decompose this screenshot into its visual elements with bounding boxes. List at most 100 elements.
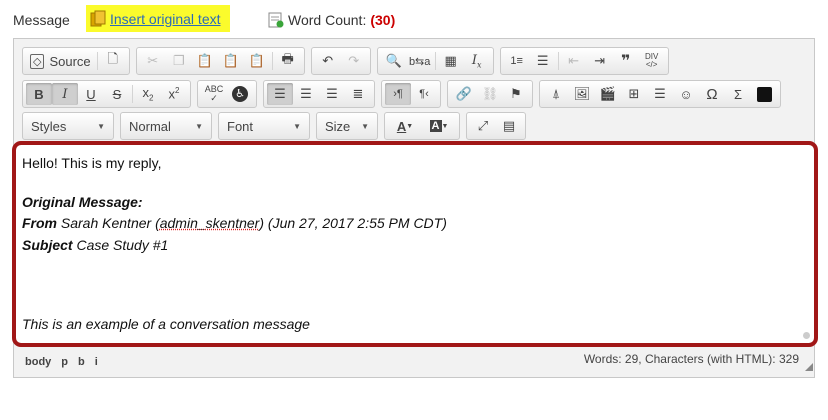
from-username: admin_skentner bbox=[159, 215, 260, 231]
path-b[interactable]: b bbox=[78, 356, 85, 368]
editor-content-area[interactable]: Hello! This is my reply, Original Messag… bbox=[12, 141, 818, 347]
subscript-button[interactable]: x2 bbox=[135, 83, 161, 105]
video-button[interactable]: 🎬 bbox=[595, 83, 621, 105]
word-count-icon bbox=[268, 12, 284, 28]
size-label: Size bbox=[325, 118, 351, 134]
accessibility-button[interactable]: ♿ bbox=[227, 83, 253, 105]
table-button[interactable]: ⊞ bbox=[621, 83, 647, 105]
font-label: Font bbox=[227, 118, 254, 134]
styles-dropdown[interactable]: Styles ▼ bbox=[22, 112, 114, 140]
insert-group: ⍋ 🖼 🎬 ⊞ ☰ ☺ Ω Σ bbox=[539, 80, 781, 108]
editor-status-bar: body p b i Words: 29, Characters (with H… bbox=[13, 349, 815, 375]
resize-grip-icon[interactable] bbox=[805, 363, 813, 371]
pin-icon: ⍋ bbox=[552, 86, 560, 101]
justify-icon: ≣ bbox=[352, 86, 364, 101]
path-body[interactable]: body bbox=[25, 356, 51, 368]
quote-icon: ❞ bbox=[620, 53, 631, 70]
copy-button[interactable]: ❐ bbox=[166, 50, 192, 72]
select-all-button[interactable]: ▦ bbox=[438, 50, 464, 72]
smiley-button[interactable]: ☺ bbox=[673, 83, 699, 105]
separator bbox=[271, 52, 273, 70]
omega-icon: Ω bbox=[706, 85, 718, 103]
bulleted-list-button[interactable]: ☰ bbox=[530, 50, 556, 72]
align-left-button[interactable]: ☰ bbox=[267, 83, 293, 105]
blockquote-button[interactable]: ❞ bbox=[613, 50, 639, 72]
align-right-button[interactable]: ☰ bbox=[319, 83, 345, 105]
align-center-button[interactable]: ☰ bbox=[293, 83, 319, 105]
new-page-button[interactable]: 🗋 bbox=[100, 50, 126, 72]
toolbar-row-3: Styles ▼ Normal ▼ Font ▼ Size ▼ A ▼ A ▼ ⤢ … bbox=[22, 112, 526, 140]
search-icon: 🔍 bbox=[385, 53, 402, 68]
link-group: 🔗 ⛓ ⚑ bbox=[447, 80, 533, 108]
replace-button[interactable]: b⇆a bbox=[407, 50, 433, 72]
indent-button[interactable]: ⇥ bbox=[587, 50, 613, 72]
horizontal-line-button[interactable]: ☰ bbox=[647, 83, 673, 105]
background-color-button[interactable]: A ▼ bbox=[422, 115, 456, 137]
superscript-button[interactable]: x2 bbox=[161, 83, 187, 105]
subject-line: Subject Case Study #1 bbox=[22, 235, 808, 257]
embed-button[interactable] bbox=[751, 83, 777, 105]
separator bbox=[96, 52, 98, 70]
special-char-button[interactable]: Ω bbox=[699, 83, 725, 105]
message-label: Message bbox=[13, 12, 70, 28]
source-button[interactable]: ◇ Source bbox=[26, 50, 95, 72]
size-dropdown[interactable]: Size ▼ bbox=[316, 112, 378, 140]
redo-button[interactable]: ↷ bbox=[341, 50, 367, 72]
undo-group: ↶ ↷ bbox=[310, 47, 371, 75]
spellcheck-icon: ABC ✓ bbox=[204, 84, 224, 103]
tools-group: ABC ✓ ♿ bbox=[197, 80, 257, 108]
chevron-down-icon: ▼ bbox=[293, 121, 301, 131]
ltr-button[interactable]: ›¶ bbox=[385, 83, 411, 105]
color-group: A ▼ A ▼ bbox=[384, 112, 460, 140]
print-button[interactable]: 🖶 bbox=[275, 50, 301, 72]
anchor-button[interactable]: ⚑ bbox=[503, 83, 529, 105]
math-button[interactable]: Σ bbox=[725, 83, 751, 105]
spellcheck-button[interactable]: ABC ✓ bbox=[201, 83, 227, 105]
text-color-button[interactable]: A ▼ bbox=[388, 115, 422, 137]
numbered-list-button[interactable]: 1≡ bbox=[504, 50, 530, 72]
separator bbox=[434, 52, 436, 70]
word-count: Word Count: (30) bbox=[268, 12, 395, 28]
strikethrough-button[interactable]: S bbox=[104, 83, 130, 105]
font-dropdown[interactable]: Font ▼ bbox=[218, 112, 310, 140]
undo-icon: ↶ bbox=[322, 53, 334, 68]
reply-line: Hello! This is my reply, bbox=[22, 155, 162, 171]
cut-button[interactable]: ✂ bbox=[140, 50, 166, 72]
undo-button[interactable]: ↶ bbox=[315, 50, 341, 72]
div-icon: DIV </> bbox=[645, 52, 659, 69]
justify-button[interactable]: ≣ bbox=[345, 83, 371, 105]
paste-word-button[interactable]: 📋 bbox=[244, 50, 270, 72]
subject-value: Case Study #1 bbox=[76, 236, 169, 253]
from-date: ) (Jun 27, 2017 2:55 PM CDT) bbox=[259, 215, 447, 231]
maximize-button[interactable]: ⤢ bbox=[470, 115, 496, 137]
div-container-button[interactable]: DIV </> bbox=[639, 50, 665, 72]
table-icon: ⊞ bbox=[628, 86, 640, 101]
from-label: From bbox=[22, 215, 57, 231]
image-button[interactable]: 🖼 bbox=[569, 83, 595, 105]
bold-button[interactable]: B bbox=[26, 83, 52, 105]
unlink-button[interactable]: ⛓ bbox=[477, 83, 503, 105]
find-button[interactable]: 🔍 bbox=[381, 50, 407, 72]
italic-button[interactable]: I bbox=[52, 83, 78, 105]
insert-tool-button[interactable]: ⍋ bbox=[543, 83, 569, 105]
rtl-button[interactable]: ¶‹ bbox=[411, 83, 437, 105]
path-i[interactable]: i bbox=[95, 356, 98, 368]
link-button[interactable]: 🔗 bbox=[451, 83, 477, 105]
paste-text-button[interactable]: 📋 bbox=[218, 50, 244, 72]
numbered-list-icon: 1≡ bbox=[510, 55, 523, 67]
remove-format-button[interactable]: Ix bbox=[464, 50, 490, 72]
clipboard-text-icon: 📋 bbox=[222, 53, 239, 68]
maximize-icon: ⤢ bbox=[477, 118, 489, 133]
image-icon: 🖼 bbox=[573, 86, 591, 101]
path-p[interactable]: p bbox=[61, 356, 68, 368]
page-icon: 🗋 bbox=[107, 51, 118, 66]
show-blocks-button[interactable]: ▤ bbox=[496, 115, 522, 137]
paste-button[interactable]: 📋 bbox=[192, 50, 218, 72]
underline-button[interactable]: U bbox=[78, 83, 104, 105]
insert-original-text-button[interactable]: Insert original text bbox=[86, 5, 230, 32]
format-dropdown[interactable]: Normal ▼ bbox=[120, 112, 212, 140]
outdent-button[interactable]: ⇤ bbox=[561, 50, 587, 72]
bold-icon: B bbox=[34, 86, 44, 102]
original-message-heading: Original Message: bbox=[22, 193, 143, 210]
copy-icon: ❐ bbox=[172, 53, 185, 68]
